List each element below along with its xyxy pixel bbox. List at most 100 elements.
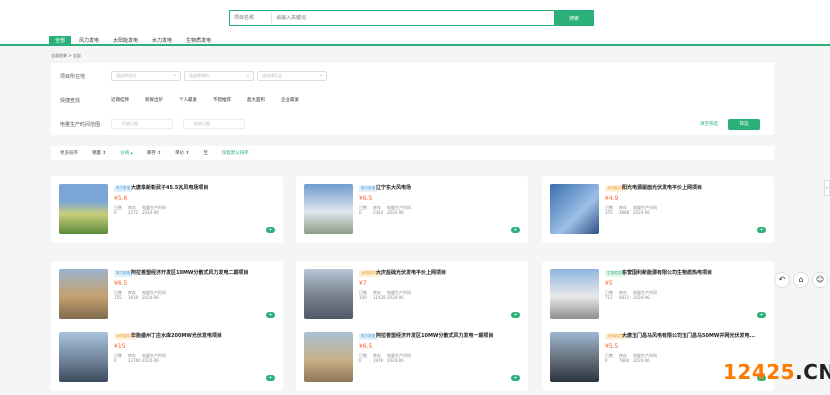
quick-option[interactable]: 超大面积 xyxy=(247,97,265,103)
project-stats: 已售 库存 电量生产时间 0 2572 2024-06 xyxy=(114,205,170,215)
district-select[interactable]: 请选择区县 xyxy=(257,71,327,81)
stock-value: 23760 xyxy=(128,358,141,363)
home-icon[interactable]: ⌂ xyxy=(793,272,809,288)
breadcrumb: 全部结果 > 全部 xyxy=(51,53,81,58)
location-label: 项目所在地 xyxy=(60,73,86,80)
sort-sales[interactable]: 销量 ⇕ xyxy=(92,150,106,156)
quick-option[interactable]: 个人最爱 xyxy=(179,97,197,103)
add-cart-icon[interactable]: + xyxy=(266,227,275,233)
project-price: ¥7 xyxy=(359,280,367,287)
tab-wind[interactable]: 风力发电 xyxy=(73,36,105,46)
sort-default-link[interactable]: 恢复默认排序 xyxy=(222,150,249,156)
date-value: 2024-06 xyxy=(387,210,404,215)
project-card[interactable]: 太阳能发电 华能盛州丁庄水库200MW光伏发电项目 ¥15 已售 库存 电量生产时间… xyxy=(51,324,283,391)
collapse-handle-icon[interactable]: ‹ xyxy=(824,180,830,196)
project-thumbnail[interactable] xyxy=(59,269,108,319)
filter-panel: 项目所在地 请选择省份 请选择城市 请选择区县 快捷查找 近期挂牌 新鲜出炉 个… xyxy=(51,63,774,135)
project-stats: 已售 库存 电量生产时间 100 11428 2024-06 xyxy=(359,290,415,300)
tab-all[interactable]: 全部 xyxy=(49,36,72,46)
project-title[interactable]: 辽宁东大风电场 xyxy=(376,184,521,191)
date-end-input[interactable]: 结束日期 xyxy=(183,119,245,129)
quick-option[interactable]: 近期挂牌 xyxy=(111,97,129,103)
project-stats: 已售 库存 电量生产时间 0 23760 2024-06 xyxy=(114,353,170,363)
project-card[interactable]: 风力发电 阿拉善盟经济开发区10MW分散式风力发电一期项目 ¥6.5 已售 库存电… xyxy=(296,324,528,391)
project-card[interactable]: 太阳能发电 阳光电源屋面光伏发电平价上网项目 ¥4.9 已售 库存 电量生产时间 3… xyxy=(542,176,774,243)
stock-value: 1939 xyxy=(128,295,139,300)
project-card[interactable]: 风力发电 大唐阜新彰武子45.5瓦风电场项目 ¥5.6 已售 库存 电量生产时间 0… xyxy=(51,176,283,243)
project-title[interactable]: 大唐玉门昌马风电有限公司玉门昌马50MW并网光伏发电... xyxy=(622,332,767,339)
project-price: ¥15 xyxy=(114,343,126,350)
tab-hydro[interactable]: 水力发电 xyxy=(146,36,178,46)
project-title[interactable]: 大庆盐硫光伏发电平价上网项目 xyxy=(376,269,521,276)
project-thumbnail[interactable] xyxy=(550,184,599,234)
project-stats: 已售 库存 电量生产时间 712 6811 2024-06 xyxy=(605,290,661,300)
category-tabs: 全部 风力发电 太阳能发电 水力发电 生物质发电 xyxy=(49,36,219,46)
back-icon[interactable]: ↶ xyxy=(774,272,790,288)
search-button[interactable]: 搜索 xyxy=(554,10,594,26)
project-thumbnail[interactable] xyxy=(304,269,353,319)
stock-value: 2572 xyxy=(128,210,139,215)
sort-unit-price[interactable]: 单价 ⇕ xyxy=(175,150,189,156)
project-thumbnail[interactable] xyxy=(304,332,353,382)
sort-bar: 更多排序 销量 ⇕ 价格 ▴ 库存 ⇕ 单价 ⇕ 至 恢复默认排序 xyxy=(51,146,774,160)
user-icon[interactable]: ☺ xyxy=(812,272,828,288)
date-value: 2024-06 xyxy=(142,358,159,363)
quick-option[interactable]: 不错推荐 xyxy=(213,97,231,103)
quick-option[interactable]: 企业最爱 xyxy=(281,97,299,103)
add-cart-icon[interactable]: + xyxy=(511,375,520,381)
project-price: ¥6.5 xyxy=(359,195,373,202)
project-title[interactable]: 东营国利新能源有限公司生物质热电项目 xyxy=(622,269,767,276)
city-select[interactable]: 请选择城市 xyxy=(184,71,254,81)
add-cart-icon[interactable]: + xyxy=(511,227,520,233)
project-stats: 已售 库存 电量生产时间 355 3988 2024-06 xyxy=(605,205,661,215)
project-stats: 已售 库存 电量生产时间 0 7860 2024-06 xyxy=(605,353,661,363)
search-type-select[interactable]: 项目名称 xyxy=(230,13,272,23)
project-title[interactable]: 阿拉善盟经济开发区10MW分散式风力发电二期项目 xyxy=(131,269,276,276)
sold-value: 155 xyxy=(114,295,122,300)
project-thumbnail[interactable] xyxy=(59,332,108,382)
project-title[interactable]: 阿拉善盟经济开发区10MW分散式风力发电一期项目 xyxy=(376,332,521,339)
project-thumbnail[interactable] xyxy=(550,332,599,382)
tab-biomass[interactable]: 生物质发电 xyxy=(180,36,217,46)
sort-stock[interactable]: 库存 ⇕ xyxy=(147,150,161,156)
date-value: 2024-06 xyxy=(387,295,404,300)
date-row: 电量生产时间范围 开始日期 结束日期 清空筛选 筛选 xyxy=(51,118,774,130)
tab-solar[interactable]: 太阳能发电 xyxy=(107,36,144,46)
project-title[interactable]: 大唐阜新彰武子45.5瓦风电场项目 xyxy=(131,184,276,191)
sort-price[interactable]: 价格 ▴ xyxy=(120,150,133,156)
project-card[interactable]: 太阳能发电 大庆盐硫光伏发电平价上网项目 ¥7 已售 库存 电量生产时间 100 11… xyxy=(296,261,528,328)
project-card[interactable]: 生物质发电 东营国利新能源有限公司生物质热电项目 ¥5 已售 库存 电量生产时间 7… xyxy=(542,261,774,328)
project-title[interactable]: 华能盛州丁庄水库200MW光伏发电项目 xyxy=(131,332,276,339)
project-thumbnail[interactable] xyxy=(304,184,353,234)
project-thumbnail[interactable] xyxy=(550,269,599,319)
project-stats: 已售 库存 电量生产时间 0 2344 2024-06 xyxy=(359,205,415,215)
project-thumbnail[interactable] xyxy=(59,184,108,234)
search-input[interactable] xyxy=(272,15,554,21)
quick-option[interactable]: 新鲜出炉 xyxy=(145,97,163,103)
date-value: 2024-06 xyxy=(633,210,650,215)
date-value: 2024-06 xyxy=(142,295,159,300)
category-badge: 风力发电 xyxy=(359,185,377,192)
add-cart-icon[interactable]: + xyxy=(511,312,520,318)
date-value: 2024-06 xyxy=(387,358,404,363)
add-cart-icon[interactable]: + xyxy=(757,227,766,233)
category-badge: 风力发电 xyxy=(359,333,377,340)
stock-value: 7860 xyxy=(619,358,630,363)
add-cart-icon[interactable]: + xyxy=(757,312,766,318)
quick-row: 快捷查找 近期挂牌 新鲜出炉 个人最爱 不错推荐 超大面积 企业最爱 xyxy=(51,94,774,106)
add-cart-icon[interactable]: + xyxy=(266,375,275,381)
search-box: 项目名称 搜索 xyxy=(229,10,594,26)
stock-value: 2344 xyxy=(373,210,384,215)
reset-filters-link[interactable]: 清空筛选 xyxy=(700,121,718,127)
project-price: ¥6.5 xyxy=(114,280,128,287)
project-card[interactable]: 风力发电 阿拉善盟经济开发区10MW分散式风力发电二期项目 ¥6.5 已售 库存电… xyxy=(51,261,283,328)
add-cart-icon[interactable]: + xyxy=(266,312,275,318)
project-title[interactable]: 阳光电源屋面光伏发电平价上网项目 xyxy=(622,184,767,191)
project-card[interactable]: 风力发电 辽宁东大风电场 ¥6.5 已售 库存 电量生产时间 0 2344 2024-0… xyxy=(296,176,528,243)
province-select[interactable]: 请选择省份 xyxy=(111,71,181,81)
date-start-input[interactable]: 开始日期 xyxy=(111,119,173,129)
sold-value: 0 xyxy=(114,358,117,363)
stock-value: 11428 xyxy=(373,295,386,300)
quick-label: 快捷查找 xyxy=(60,97,81,104)
filter-button[interactable]: 筛选 xyxy=(728,118,760,130)
